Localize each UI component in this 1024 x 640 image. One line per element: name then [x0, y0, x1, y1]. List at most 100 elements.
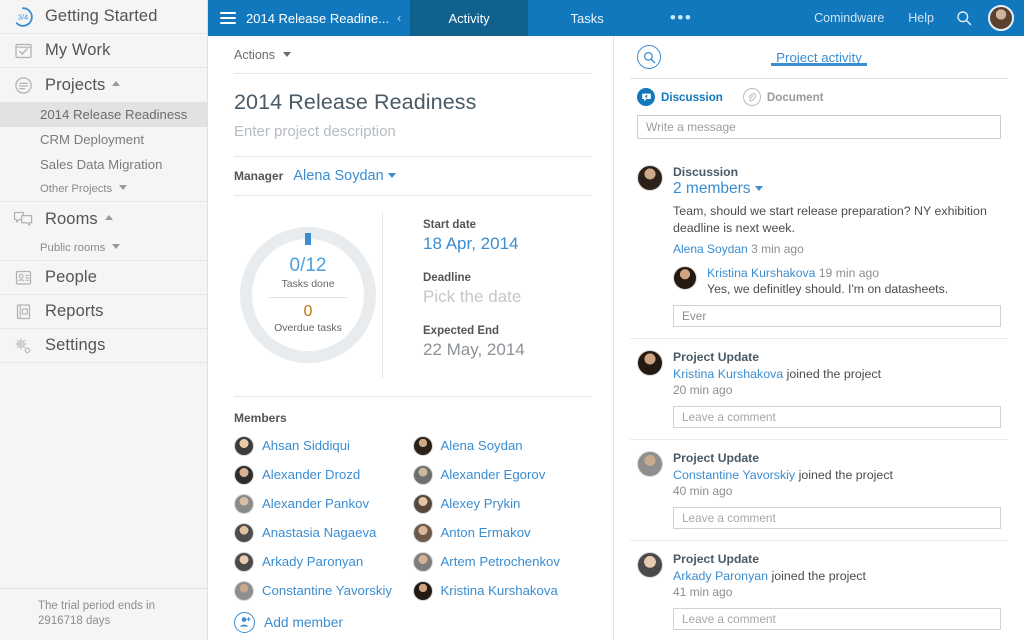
trial-notice-text: The trial period ends in 2916718 days [38, 599, 155, 628]
help-link[interactable]: Help [896, 0, 946, 36]
member-item[interactable]: Alexander Egorov [412, 460, 592, 489]
post-tab-discussion[interactable]: Discussion [637, 88, 723, 106]
search-icon[interactable] [946, 0, 982, 36]
member-item[interactable]: Kristina Kurshakova [412, 576, 592, 605]
feed-actor[interactable]: Arkady Paronyan [673, 569, 768, 583]
member-item[interactable]: Arkady Paronyan [234, 547, 413, 576]
feed-action: joined the project [798, 468, 893, 483]
member-name: Arkady Paronyan [262, 554, 364, 569]
deadline-label: Deadline [423, 272, 471, 284]
more-tabs-button[interactable]: ••• [646, 0, 716, 36]
member-item[interactable]: Alexander Drozd [234, 460, 413, 489]
deadline-value[interactable]: Pick the date [423, 287, 591, 307]
feed-actor[interactable]: Kristina Kurshakova [673, 367, 783, 381]
tab-project-activity[interactable]: Project activity [630, 50, 1008, 66]
book-icon [10, 299, 36, 325]
manager-row: Manager Alena Soydan [234, 157, 591, 196]
tab-tasks[interactable]: Tasks [528, 0, 646, 36]
trial-notice: The trial period ends in 2916718 days [0, 587, 207, 640]
chevron-up-icon[interactable] [104, 214, 113, 220]
avatar [234, 522, 254, 543]
avatar [234, 580, 254, 601]
feed-time: 40 min ago [673, 484, 733, 499]
sidebar-public-rooms[interactable]: Public rooms [0, 236, 207, 260]
feed-author[interactable]: Alena Soydan [673, 242, 748, 256]
actions-label: Actions [234, 48, 275, 62]
paperclip-icon [742, 88, 761, 106]
sidebar-item-people[interactable]: People [0, 261, 207, 295]
sidebar-project-2014-release-readiness[interactable]: 2014 Release Readiness [0, 102, 207, 127]
sidebar-other-projects[interactable]: Other Projects [0, 177, 207, 201]
sidebar-label: People [45, 268, 97, 286]
post-tab-document[interactable]: Document [742, 88, 824, 106]
feed-item-kind: Project Update [673, 451, 760, 466]
chevron-down-icon[interactable] [112, 243, 121, 249]
project-description-input[interactable]: Enter project description [234, 115, 591, 157]
member-name: Kristina Kurshakova [440, 583, 558, 598]
leave-comment-input[interactable]: Leave a comment [673, 507, 1001, 530]
chevron-down-icon[interactable] [119, 184, 128, 190]
project-label: CRM Deployment [40, 132, 145, 147]
reply-comment-input[interactable]: Ever [673, 305, 1001, 328]
sidebar-item-projects[interactable]: Projects [0, 68, 207, 102]
feed-item-discussion: Discussion 2 members Team, should we sta… [630, 151, 1008, 338]
hamburger-icon[interactable] [220, 9, 236, 27]
write-message-input[interactable]: Write a message [637, 115, 1001, 139]
manager-selector[interactable]: Alena Soydan [293, 168, 396, 184]
member-item[interactable]: Alexander Pankov [234, 489, 413, 518]
reply-text: Yes, we definitley should. I'm on datash… [707, 282, 949, 297]
reply-author[interactable]: Kristina Kurshakova [707, 266, 815, 280]
avatar [412, 580, 433, 601]
tab-activity[interactable]: Activity [410, 0, 529, 36]
sidebar-item-getting-started[interactable]: 3/4 Getting Started [0, 0, 207, 34]
chevron-down-icon[interactable] [283, 52, 292, 57]
member-item[interactable]: Anton Ermakov [412, 518, 592, 547]
avatar [412, 493, 433, 514]
chevron-down-icon[interactable] [754, 186, 763, 191]
chevron-left-icon[interactable]: ‹ [397, 11, 401, 25]
member-item[interactable]: Alexey Prykin [412, 489, 592, 518]
public-rooms-label: Public rooms [40, 242, 106, 254]
actions-menu-button[interactable]: Actions [234, 36, 591, 74]
feed-item-text: Kristina Kurshakova joined the project [673, 367, 1001, 381]
expected-end-value[interactable]: 22 May, 2014 [423, 340, 591, 360]
avatar [637, 350, 663, 377]
start-date-value[interactable]: 18 Apr, 2014 [423, 234, 591, 254]
chat-bubbles-icon [10, 206, 36, 232]
avatar [637, 451, 663, 478]
user-avatar[interactable] [988, 5, 1014, 31]
svg-text:3/4: 3/4 [18, 12, 28, 21]
leave-comment-input[interactable]: Leave a comment [673, 406, 1001, 429]
sidebar-item-rooms[interactable]: Rooms [0, 202, 207, 236]
post-tab-label: Discussion [661, 90, 723, 104]
member-name: Anastasia Nagaeva [262, 525, 377, 540]
feed-action: joined the project [786, 367, 882, 382]
sidebar-item-reports[interactable]: Reports [0, 295, 207, 329]
project-label: Sales Data Migration [40, 157, 163, 172]
sidebar-project-crm-deployment[interactable]: CRM Deployment [0, 127, 207, 152]
member-item[interactable]: Artem Petrochenkov [412, 547, 592, 576]
discussion-members-link[interactable]: 2 members [673, 180, 1001, 198]
member-item[interactable]: Anastasia Nagaeva [234, 518, 413, 547]
member-item[interactable]: Constantine Yavorskiy [234, 576, 413, 605]
feed-item-kind: Discussion [673, 165, 739, 179]
avatar [412, 464, 433, 485]
feed-actor[interactable]: Constantine Yavorskiy [673, 468, 795, 482]
brand-link[interactable]: Comindware [802, 0, 896, 36]
leave-comment-input[interactable]: Leave a comment [673, 608, 1001, 631]
add-member-button[interactable]: Add member [234, 607, 591, 637]
tasks-done-label: Tasks done [281, 277, 335, 290]
chevron-down-icon[interactable] [387, 173, 396, 178]
manager-name: Alena Soydan [293, 168, 384, 184]
content-area: 2014 Release Readine... ‹ Activity Tasks… [208, 0, 1024, 640]
sidebar-project-sales-data-migration[interactable]: Sales Data Migration [0, 152, 207, 177]
topbar-project-selector[interactable]: 2014 Release Readine... ‹ [208, 0, 410, 36]
sidebar-item-settings[interactable]: Settings [0, 329, 207, 363]
sidebar-item-my-work[interactable]: My Work [0, 34, 207, 68]
chevron-up-icon[interactable] [112, 80, 121, 86]
avatar [412, 435, 433, 456]
member-item[interactable]: Ahsan Siddiqui [234, 431, 413, 460]
member-item[interactable]: Alena Soydan [412, 431, 592, 460]
reply-time: 19 min ago [818, 266, 880, 281]
page-title: 2014 Release Readiness [234, 90, 477, 114]
